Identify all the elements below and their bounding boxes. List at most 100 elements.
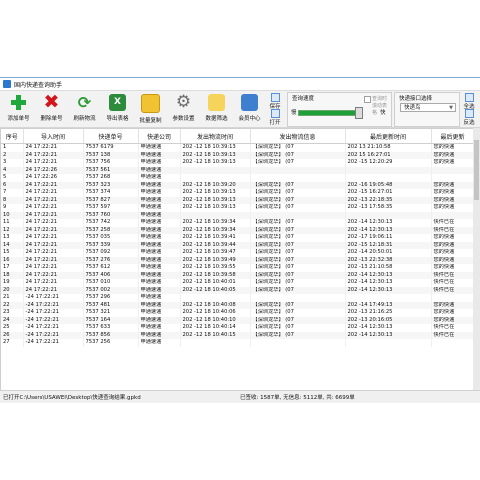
- cell-sent-time: 202 -12 18 10:39:49: [180, 256, 251, 264]
- cell-last-update: [431, 174, 474, 182]
- table-row[interactable]: 19 24 17:22:21 7537 010 申通速递 202 -12 18 10:4…: [1, 279, 474, 287]
- cell-last-update: 快件已在: [431, 324, 474, 332]
- open-button[interactable]: 打开: [268, 109, 282, 126]
- table-row[interactable]: 23 -24 17:22:21 7537 321 申通速递 202 -12 18 10:…: [1, 309, 474, 317]
- cell-sent-info: [250, 294, 346, 302]
- table-row[interactable]: 7 24 17:22:21 7537 374 申通速递 202 -12 18 10:39…: [1, 189, 474, 197]
- table-row[interactable]: 18 24 17:22:21 7537 406 申通速递 202 -12 18 10:3…: [1, 271, 474, 279]
- cell-tracking-number: 7537 597: [83, 204, 139, 212]
- settings-button[interactable]: ⚙ 参数设置: [167, 93, 200, 124]
- select-all-button[interactable]: 全选: [462, 93, 476, 110]
- cell-import-time: 24 17:22:21: [23, 271, 84, 279]
- invert-selection-button[interactable]: 反选: [462, 109, 476, 126]
- cell-last-update: 您的快递: [431, 241, 474, 249]
- interface-select[interactable]: 快递鸟 ▼: [400, 103, 456, 112]
- cell-import-time: -24 17:22:21: [23, 301, 84, 309]
- cell-last-update-time: 202 -13 20:16:05: [345, 316, 432, 324]
- table-row[interactable]: 27 -24 17:22:21 7537 256 申通速递: [1, 339, 474, 347]
- cell-last-update-time: 202 -14 12:30:13: [345, 324, 432, 332]
- cell-last-update: 快件已在: [431, 331, 474, 339]
- table-row[interactable]: 6 24 17:22:21 7537 323 申通速递 202 -12 18 10:39…: [1, 181, 474, 189]
- cell-sent-info: 【深圳龙华】 (07: [250, 271, 346, 279]
- member-center-button[interactable]: 会员中心: [233, 93, 266, 124]
- col-header-last-update-time[interactable]: 最后更新时间: [345, 129, 432, 144]
- table-row[interactable]: 16 24 17:22:21 7537 276 申通速递 202 -12 18 10:3…: [1, 256, 474, 264]
- table-row[interactable]: 14 24 17:22:21 7537 339 申通速递 202 -12 18 10:3…: [1, 241, 474, 249]
- col-header-last-update[interactable]: 最后更新: [431, 129, 474, 144]
- col-header-sent-info[interactable]: 发出物流信息: [250, 129, 346, 144]
- table-row[interactable]: 11 24 17:22:21 7537 742 申通速递 202 -12 18 10:3…: [1, 219, 474, 227]
- cell-tracking-number: 7537 481: [83, 301, 139, 309]
- cell-index: 27: [1, 339, 24, 347]
- auto-scroll-checkbox[interactable]: [364, 96, 371, 103]
- cell-import-time: 24 17:22:21: [23, 249, 84, 257]
- scrollbar-thumb[interactable]: [474, 140, 479, 200]
- table-row[interactable]: 20 24 17:22:21 7537 002 申通速递 202 -12 18 10:4…: [1, 286, 474, 294]
- table-row[interactable]: 5 24 17:22:26 7537 268 申通速递: [1, 174, 474, 182]
- table-row[interactable]: 4 24 17:22:26 7537 561 申通速递: [1, 166, 474, 174]
- cell-import-time: -24 17:22:21: [23, 309, 84, 317]
- add-number-button[interactable]: 添加单号: [2, 93, 35, 124]
- col-header-import-time[interactable]: 导入时间: [23, 129, 84, 144]
- table-row[interactable]: 1 24 17:22:21 7537 6179 申通速递 202 -12 18 10:3…: [1, 143, 474, 152]
- query-speed-slider-thumb[interactable]: [355, 107, 363, 119]
- cell-sent-info: 【深圳龙华】 (07: [250, 189, 346, 197]
- export-table-button[interactable]: X 导出表格: [101, 93, 134, 124]
- cell-index: 9: [1, 204, 24, 212]
- table-row[interactable]: 17 24 17:22:21 7537 612 申通速递 202 -12 18 10:3…: [1, 264, 474, 272]
- cell-last-update: 您的快递: [431, 189, 474, 197]
- cell-index: 24: [1, 316, 24, 324]
- cell-last-update-time: 202 -17 19:06:11: [345, 234, 432, 242]
- table-row[interactable]: 13 24 17:22:21 7537 035 申通速递 202 -12 18 10:3…: [1, 234, 474, 242]
- cell-sent-info: 【深圳龙华】 (07: [250, 181, 346, 189]
- open-label: 打开: [269, 120, 281, 126]
- cell-index: 11: [1, 219, 24, 227]
- cell-courier: 申通速递: [138, 309, 181, 317]
- table-row[interactable]: 22 -24 17:22:21 7537 481 申通速递 202 -12 18 10:…: [1, 301, 474, 309]
- batch-copy-label: 批量复制: [139, 118, 162, 124]
- cell-index: 8: [1, 196, 24, 204]
- query-speed-slider-track[interactable]: [298, 110, 360, 116]
- cell-sent-info: [250, 211, 346, 219]
- results-table[interactable]: 序号 导入时间 快递单号 快递公司 发出物流时间 发出物流信息 最后更新时间 最…: [0, 128, 475, 400]
- cell-last-update-time: 202 -13 21:10:58: [345, 264, 432, 272]
- col-header-courier[interactable]: 快递公司: [138, 129, 181, 144]
- col-header-index[interactable]: 序号: [1, 129, 24, 144]
- cell-sent-info: 【深圳龙华】 (07: [250, 151, 346, 159]
- col-header-tracking-number[interactable]: 快递单号: [83, 129, 139, 144]
- cell-tracking-number: 7537 002: [83, 286, 139, 294]
- cell-last-update-time: 202 -15 12:20:29: [345, 159, 432, 167]
- table-row[interactable]: 8 24 17:22:21 7537 827 申通速递 202 -12 18 10:39…: [1, 196, 474, 204]
- save-button[interactable]: 保存: [268, 93, 282, 110]
- cell-sent-info: [250, 174, 346, 182]
- cell-tracking-number: 7537 756: [83, 159, 139, 167]
- cell-courier: 申通速递: [138, 256, 181, 264]
- cell-sent-info: [250, 339, 346, 347]
- cell-sent-time: [180, 174, 251, 182]
- cell-tracking-number: 7537 258: [83, 226, 139, 234]
- cell-last-update: 您的快递: [431, 301, 474, 309]
- table-row[interactable]: 24 -24 17:22:21 7537 164 申通速递 202 -12 18 10:…: [1, 316, 474, 324]
- cell-courier: 申通速递: [138, 151, 181, 159]
- table-row[interactable]: 3 24 17:22:21 7537 756 申通速递 202 -12 18 10:39…: [1, 159, 474, 167]
- delete-number-button[interactable]: ✖ 删除单号: [35, 93, 68, 124]
- cell-tracking-number: 7537 164: [83, 316, 139, 324]
- batch-copy-button[interactable]: 批量复制: [134, 93, 167, 124]
- cell-sent-time: 202 -12 18 10:39:41: [180, 234, 251, 242]
- cell-last-update-time: 202 -14 12:30:13: [345, 279, 432, 287]
- table-row[interactable]: 15 24 17:22:21 7537 092 申通速递 202 -12 18 10:3…: [1, 249, 474, 257]
- table-row[interactable]: 26 -24 17:22:21 7537 856 申通速递 202 -12 18 10:…: [1, 331, 474, 339]
- refresh-logistics-button[interactable]: ⟳ 刷新物流: [68, 93, 101, 124]
- table-row[interactable]: 9 24 17:22:21 7537 597 申通速递 202 -12 18 10:39…: [1, 204, 474, 212]
- table-row[interactable]: 12 24 17:22:21 7537 258 申通速递 202 -12 18 10:3…: [1, 226, 474, 234]
- col-header-sent-time[interactable]: 发出物流时间: [180, 129, 251, 144]
- plus-icon: [10, 94, 27, 111]
- table-row[interactable]: 25 -24 17:22:21 7537 633 申通速递 202 -12 18 10:…: [1, 324, 474, 332]
- vertical-scrollbar[interactable]: [473, 128, 480, 398]
- cell-courier: 申通速递: [138, 196, 181, 204]
- table-row[interactable]: 21 -24 17:22:21 7537 296 申通速递: [1, 294, 474, 302]
- table-row[interactable]: 2 24 17:22:21 7537 138 申通速递 202 -12 18 10:39…: [1, 151, 474, 159]
- data-filter-button[interactable]: 数据筛选: [200, 93, 233, 124]
- cell-import-time: 24 17:22:21: [23, 159, 84, 167]
- table-row[interactable]: 10 24 17:22:21 7537 760 申通速递: [1, 211, 474, 219]
